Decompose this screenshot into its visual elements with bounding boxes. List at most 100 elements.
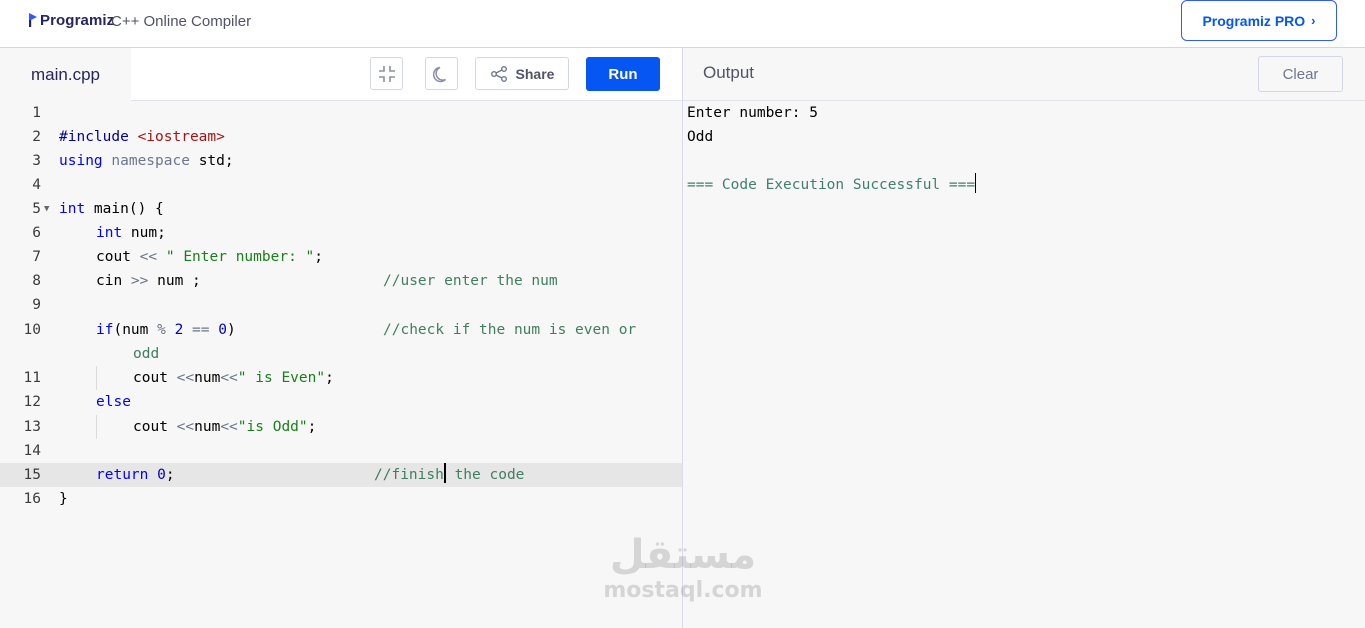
programiz-logo[interactable]: Programiz	[27, 9, 114, 31]
code-comment: //finish the code	[374, 463, 524, 487]
compress-icon	[378, 65, 395, 82]
code-token: num	[194, 370, 221, 386]
code-token: 0	[218, 322, 227, 338]
fold-arrow-icon[interactable]: ▼	[44, 197, 49, 221]
code-token: num;	[122, 225, 166, 241]
code-token: %	[157, 322, 166, 338]
output-panel: Output Clear Enter number: 5 Odd === Cod…	[683, 48, 1365, 628]
share-icon	[490, 65, 507, 82]
code-line: 5 ▼ int main() {	[0, 197, 682, 221]
code-token: cout	[133, 419, 177, 435]
watermark-arabic: مستقل	[609, 532, 757, 578]
code-token: <iostream>	[137, 129, 225, 145]
code-text: cin >> num ;	[96, 269, 201, 293]
line-number: 12	[23, 394, 41, 410]
code-comment: //check if the num is even or	[383, 322, 637, 338]
code-token: if	[96, 322, 114, 338]
code-line: 9	[0, 293, 682, 317]
code-line-active: 15 return 0; //finish the code	[0, 463, 682, 487]
watermark-latin: mostaql.com	[603, 578, 763, 603]
code-line-wrap: odd	[0, 342, 682, 366]
line-number: 7	[32, 249, 41, 265]
code-token: ;	[165, 467, 175, 483]
mostaql-watermark: مستقل mostaql.com	[598, 532, 768, 617]
code-line: 3 using namespace std;	[0, 149, 682, 173]
code-text: cout <<num<<" is Even";	[133, 366, 334, 390]
code-line: 2 #include <iostream>	[0, 125, 682, 149]
code-token: //finish	[374, 467, 444, 483]
code-token: " is Even"	[237, 370, 326, 386]
code-line: 13 cout <<num<<"is Odd";	[0, 415, 682, 439]
code-token: else	[96, 394, 131, 410]
code-token: " Enter number: "	[157, 249, 315, 265]
line-number: 16	[23, 491, 41, 507]
share-button[interactable]: Share	[475, 57, 569, 90]
line-number: 11	[23, 370, 41, 386]
line-number: 9	[32, 297, 41, 313]
logo-text: Programiz	[40, 11, 115, 29]
output-line: Enter number: 5	[687, 105, 818, 121]
code-token: (num	[113, 322, 158, 338]
code-token: )	[226, 322, 236, 338]
line-number: 2	[32, 129, 41, 145]
success-message: === Code Execution Successful ===	[687, 177, 976, 193]
output-header: Output Clear	[683, 48, 1365, 101]
code-token: ;	[325, 370, 334, 386]
code-text: return 0;	[96, 463, 175, 487]
code-token: int	[96, 225, 123, 241]
code-line: 6 int num;	[0, 221, 682, 245]
code-token: std;	[189, 153, 234, 169]
fullscreen-toggle-button[interactable]	[370, 57, 403, 90]
code-line: 10 if(num % 2 == 0) //check if the num i…	[0, 318, 682, 342]
top-bar: Programiz C++ Online Compiler Programiz …	[0, 0, 1365, 48]
line-number: 14	[23, 443, 41, 459]
code-line: 8 cin >> num ; //user enter the num	[0, 269, 682, 293]
code-comment: odd	[133, 346, 160, 362]
code-comment: //user enter the num	[383, 273, 558, 289]
share-label: Share	[515, 65, 555, 82]
code-line: 11 cout <<num<<" is Even";	[0, 366, 682, 390]
code-token: num ;	[148, 273, 201, 289]
programiz-pro-button[interactable]: Programiz PRO ›	[1181, 0, 1337, 41]
code-token: cin	[96, 273, 131, 289]
code-token: main() {	[85, 201, 164, 217]
code-token: <<	[176, 370, 195, 386]
code-line: 4	[0, 173, 682, 197]
code-text: int main() {	[59, 197, 164, 221]
code-text: using namespace std;	[59, 149, 234, 173]
moon-icon	[432, 66, 446, 82]
line-number: 5	[32, 201, 41, 217]
file-tab-main-cpp[interactable]: main.cpp	[0, 48, 132, 101]
code-token: ;	[314, 249, 323, 265]
theme-toggle-button[interactable]	[425, 57, 458, 90]
line-number: 3	[32, 153, 41, 169]
page-title: C++ Online Compiler	[111, 13, 252, 30]
code-token: <<	[220, 419, 238, 435]
code-token: namespace	[102, 153, 190, 169]
code-text: int num;	[96, 221, 166, 245]
code-editor[interactable]: 1 2 #include <iostream> 3 using namespac…	[0, 101, 682, 628]
chevron-right-icon: ›	[1311, 13, 1316, 28]
run-button[interactable]: Run	[586, 57, 660, 91]
code-token: ==	[183, 322, 219, 338]
code-token: #include	[59, 129, 138, 145]
code-text: #include <iostream>	[59, 125, 225, 149]
code-text: cout << " Enter number: ";	[96, 245, 323, 269]
line-number: 13	[23, 419, 41, 435]
line-number: 8	[32, 273, 41, 289]
code-line: 1	[0, 101, 682, 125]
indent-guide	[96, 415, 97, 439]
code-token: cout	[96, 249, 140, 265]
code-token: the code	[445, 467, 525, 483]
text-cursor	[975, 173, 977, 193]
code-line: 16 }	[0, 487, 682, 511]
code-line: 14	[0, 439, 682, 463]
clear-button[interactable]: Clear	[1258, 56, 1343, 92]
code-text: cout <<num<<"is Odd";	[133, 415, 316, 439]
code-token: <<	[220, 370, 238, 386]
editor-toolbar-actions: Share Run	[131, 48, 682, 100]
code-token: >>	[130, 273, 149, 289]
code-token: }	[59, 491, 68, 507]
editor-panel: main.cpp Share Run 1 2 #include <iostrea…	[0, 48, 683, 628]
code-text: if(num % 2 == 0)	[96, 318, 236, 342]
